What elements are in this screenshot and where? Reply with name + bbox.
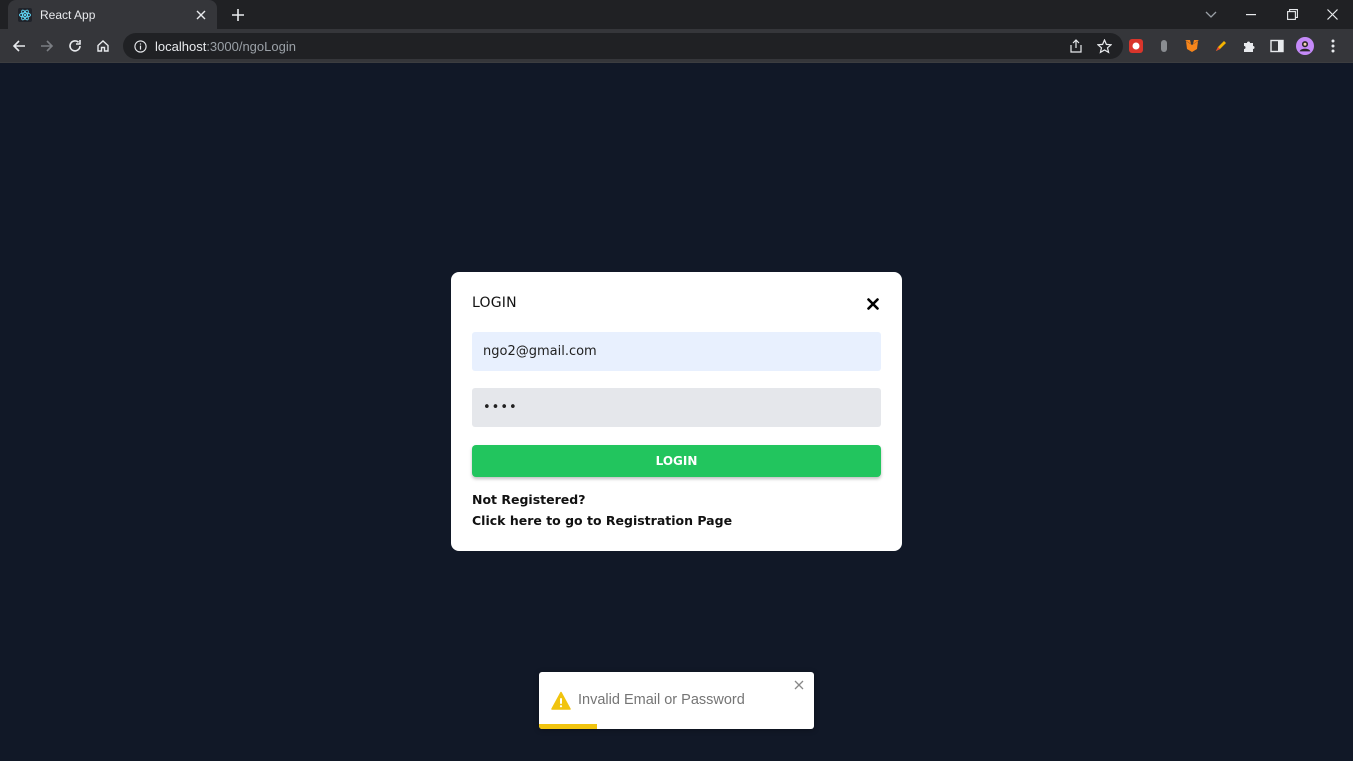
close-window-icon[interactable] xyxy=(1312,0,1352,29)
restore-icon[interactable] xyxy=(1272,0,1312,29)
modal-title: LOGIN xyxy=(472,295,517,311)
login-modal: LOGIN LOGIN Not Registered? Click here t… xyxy=(451,272,902,551)
new-tab-icon[interactable] xyxy=(228,5,248,25)
metamask-icon[interactable] xyxy=(1183,37,1201,55)
password-field[interactable] xyxy=(472,388,881,427)
toast-close-icon[interactable] xyxy=(793,679,805,691)
not-registered-text: Not Registered? xyxy=(472,492,586,507)
tab-search-icon[interactable] xyxy=(1191,0,1231,29)
info-icon[interactable] xyxy=(133,39,147,53)
tab-close-icon[interactable] xyxy=(193,7,209,23)
extension-icon[interactable] xyxy=(1127,37,1145,55)
address-bar[interactable]: localhost:3000/ngoLogin xyxy=(123,33,1123,59)
error-toast: Invalid Email or Password xyxy=(539,672,814,729)
react-icon xyxy=(18,7,32,22)
browser-tab-bar: React App xyxy=(0,0,1353,29)
address-bar-actions xyxy=(1067,37,1113,55)
kebab-menu-icon[interactable] xyxy=(1324,37,1342,55)
puzzle-icon[interactable] xyxy=(1240,37,1258,55)
star-icon[interactable] xyxy=(1095,37,1113,55)
toast-progress-bar xyxy=(539,724,597,729)
url-path: :3000/ngoLogin xyxy=(206,38,296,54)
arrow-left-icon[interactable] xyxy=(7,34,31,58)
close-icon[interactable] xyxy=(864,295,882,313)
home-icon[interactable] xyxy=(91,34,115,58)
avatar[interactable] xyxy=(1296,37,1314,55)
sidepanel-icon[interactable] xyxy=(1268,37,1286,55)
url-text: localhost:3000/ngoLogin xyxy=(155,39,296,54)
browser-tab[interactable]: React App xyxy=(8,0,217,29)
pen-icon[interactable] xyxy=(1212,37,1230,55)
extension-icon[interactable] xyxy=(1155,37,1173,55)
email-field[interactable] xyxy=(472,332,881,371)
login-button[interactable]: LOGIN xyxy=(472,445,881,477)
reload-icon[interactable] xyxy=(63,34,87,58)
browser-toolbar: localhost:3000/ngoLogin xyxy=(0,29,1353,63)
warning-icon xyxy=(551,691,571,710)
tab-title: React App xyxy=(40,7,96,22)
share-icon[interactable] xyxy=(1067,37,1085,55)
minimize-icon[interactable] xyxy=(1231,0,1271,29)
url-host: localhost xyxy=(155,38,207,54)
toast-message: Invalid Email or Password xyxy=(578,692,745,708)
registration-link[interactable]: Click here to go to Registration Page xyxy=(472,513,732,528)
arrow-right-icon[interactable] xyxy=(35,34,59,58)
